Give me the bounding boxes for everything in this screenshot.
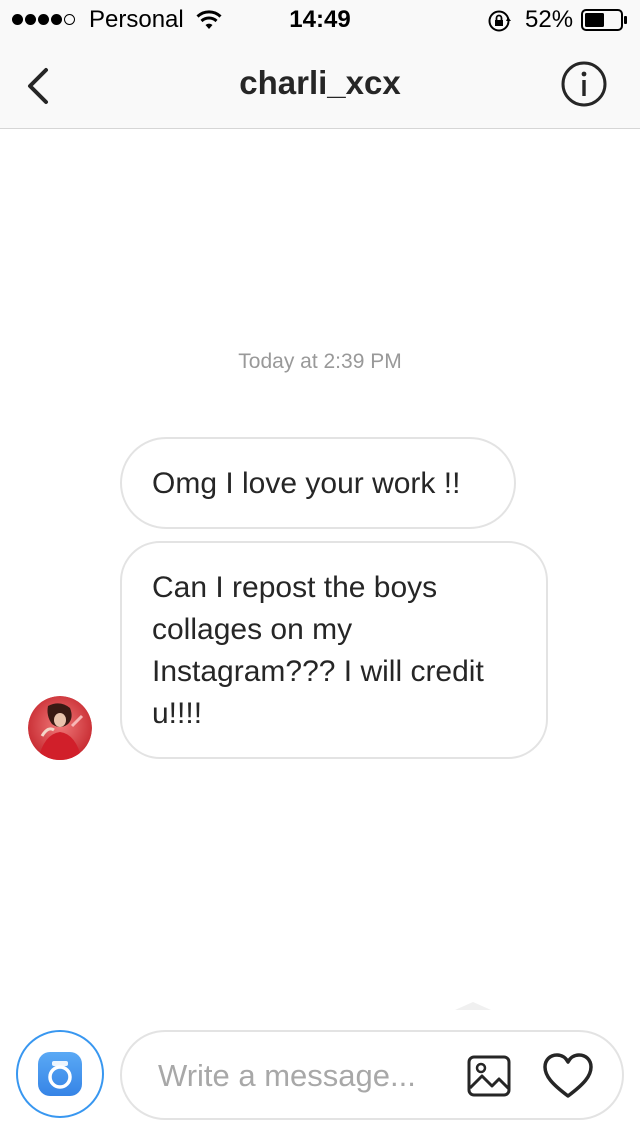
status-bar: Personal 14:49 52% [0,0,640,40]
scroll-indicator [455,1002,491,1010]
message-timestamp: Today at 2:39 PM [238,350,402,373]
conversation-header: charli_xcx [0,40,640,129]
camera-button[interactable] [16,1030,104,1118]
message-input[interactable] [158,1054,458,1098]
message-bubble[interactable]: Can I repost the boys collages on my Ins… [120,541,548,759]
message-composer [120,1030,624,1120]
info-icon[interactable] [560,60,608,108]
battery-percentage: 52% [525,6,574,33]
conversation-title[interactable]: charli_xcx [0,64,640,102]
heart-icon[interactable] [542,1052,594,1100]
battery-icon [581,9,627,31]
sender-avatar[interactable] [28,696,92,760]
gallery-icon[interactable] [466,1054,512,1098]
camera-icon [38,1052,82,1096]
message-bubble[interactable]: Omg I love your work !! [120,437,516,529]
orientation-lock-icon [488,10,511,32]
